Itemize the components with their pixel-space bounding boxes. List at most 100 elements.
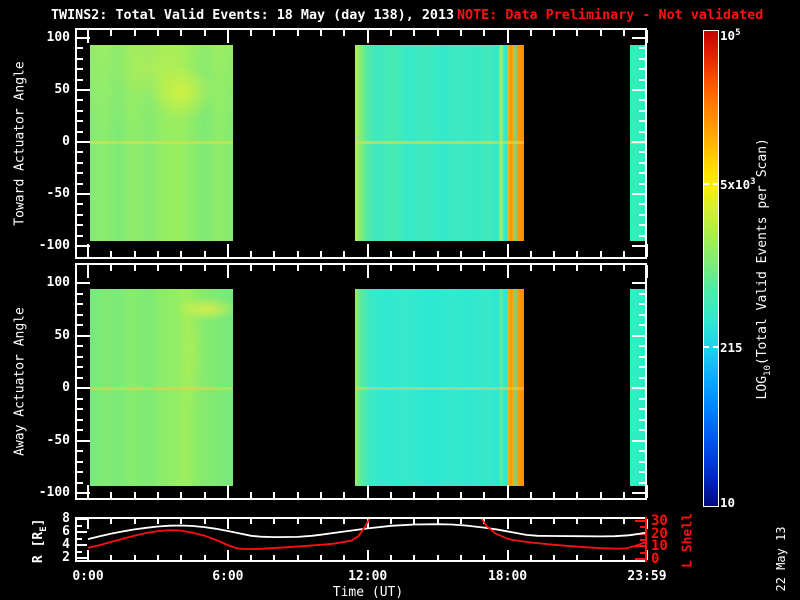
tick-mark bbox=[320, 492, 323, 498]
tick-mark bbox=[77, 324, 83, 326]
tick-mark bbox=[390, 30, 392, 36]
tick-mark bbox=[343, 265, 346, 271]
tick-mark bbox=[343, 30, 346, 36]
tick-mark bbox=[639, 78, 645, 81]
tick-mark bbox=[553, 30, 556, 36]
colorbar-tick bbox=[703, 183, 719, 186]
l-shell-axis-label: L Shell bbox=[680, 513, 696, 568]
tick-mark bbox=[639, 429, 645, 431]
tick-mark bbox=[639, 99, 645, 102]
tick-mark bbox=[77, 303, 83, 305]
tick-mark bbox=[133, 492, 136, 498]
tick-mark bbox=[366, 265, 369, 278]
tick-mark bbox=[77, 47, 83, 50]
tick-mark bbox=[366, 30, 369, 43]
tick-mark bbox=[632, 282, 645, 284]
tick-mark bbox=[639, 109, 645, 112]
tick-mark bbox=[646, 30, 648, 43]
tick-mark bbox=[639, 130, 645, 133]
heatmap-segment bbox=[354, 45, 524, 241]
tick-mark bbox=[180, 251, 183, 257]
x-tick-label: 23:59 bbox=[627, 569, 667, 584]
y-tick-label: 50 bbox=[54, 327, 70, 343]
tick-mark bbox=[226, 485, 229, 498]
tick-mark bbox=[77, 141, 90, 143]
y-tick-label: -50 bbox=[46, 432, 70, 448]
tick-mark bbox=[77, 471, 83, 473]
tick-mark bbox=[156, 30, 159, 36]
x-tick-label: 18:00 bbox=[487, 569, 528, 584]
tick-mark bbox=[646, 265, 648, 278]
tick-mark bbox=[459, 30, 462, 36]
tick-mark bbox=[77, 429, 83, 431]
tick-mark bbox=[77, 130, 83, 133]
tick-mark bbox=[632, 193, 645, 195]
tick-mark bbox=[639, 450, 645, 452]
l-shell-curve bbox=[87, 519, 645, 551]
colorbar-5e3-label: 5x103 bbox=[720, 177, 756, 193]
tick-mark bbox=[226, 30, 229, 43]
date-stamp: 22 May 13 bbox=[774, 526, 788, 592]
tick-mark bbox=[77, 418, 83, 421]
tick-mark bbox=[110, 265, 113, 271]
tick-mark bbox=[639, 376, 645, 379]
tick-mark bbox=[77, 224, 83, 227]
tick-mark bbox=[273, 265, 276, 271]
tick-mark bbox=[646, 485, 648, 498]
tick-mark bbox=[250, 265, 253, 271]
zero-angle-line bbox=[354, 387, 524, 390]
tick-mark bbox=[77, 376, 83, 379]
tick-mark bbox=[110, 251, 113, 257]
tick-mark bbox=[639, 120, 645, 123]
tick-mark bbox=[203, 30, 206, 36]
y-tick-label: 0 bbox=[62, 134, 70, 149]
tick-mark bbox=[77, 460, 83, 463]
tick-mark bbox=[576, 30, 579, 36]
tick-mark bbox=[77, 203, 83, 206]
tick-mark bbox=[506, 265, 509, 278]
tick-mark bbox=[632, 37, 645, 39]
tick-mark bbox=[180, 492, 183, 498]
tick-mark bbox=[639, 161, 645, 164]
tick-mark bbox=[459, 492, 462, 498]
tick-mark bbox=[646, 244, 648, 257]
l-shell-tick-label: 0 bbox=[651, 551, 660, 567]
colorbar bbox=[703, 30, 719, 507]
tick-mark bbox=[436, 492, 439, 498]
heatmap-segment bbox=[90, 45, 233, 241]
tick-mark bbox=[413, 492, 416, 498]
heatmap-segment bbox=[630, 45, 646, 241]
tick-mark bbox=[483, 30, 486, 36]
tick-mark bbox=[413, 265, 416, 271]
tick-mark bbox=[553, 492, 556, 498]
tick-mark bbox=[529, 265, 532, 271]
tick-mark bbox=[639, 68, 645, 71]
away-axis-label: Away Actuator Angle bbox=[12, 307, 28, 456]
tick-mark bbox=[77, 234, 83, 237]
tick-mark bbox=[156, 492, 159, 498]
tick-mark bbox=[77, 397, 83, 400]
tick-mark bbox=[133, 251, 136, 257]
tick-mark bbox=[639, 57, 645, 60]
tick-mark bbox=[639, 397, 645, 400]
tick-mark bbox=[133, 30, 136, 36]
orbit-chart bbox=[87, 519, 645, 551]
tick-mark bbox=[250, 251, 253, 257]
tick-mark bbox=[576, 492, 579, 498]
x-tick-label: 12:00 bbox=[348, 569, 388, 584]
tick-mark bbox=[296, 30, 299, 36]
tick-mark bbox=[529, 251, 532, 257]
tick-mark bbox=[77, 450, 83, 452]
tick-mark bbox=[77, 57, 83, 60]
tick-mark bbox=[553, 265, 556, 271]
tick-mark bbox=[77, 292, 83, 295]
tick-mark bbox=[110, 492, 113, 498]
tick-mark bbox=[483, 265, 486, 271]
tick-mark bbox=[273, 251, 276, 257]
tick-mark bbox=[390, 492, 392, 498]
tick-mark bbox=[203, 265, 206, 271]
tick-mark bbox=[77, 355, 83, 358]
tick-mark bbox=[599, 492, 602, 498]
tick-mark bbox=[459, 265, 462, 271]
tick-mark bbox=[320, 251, 323, 257]
